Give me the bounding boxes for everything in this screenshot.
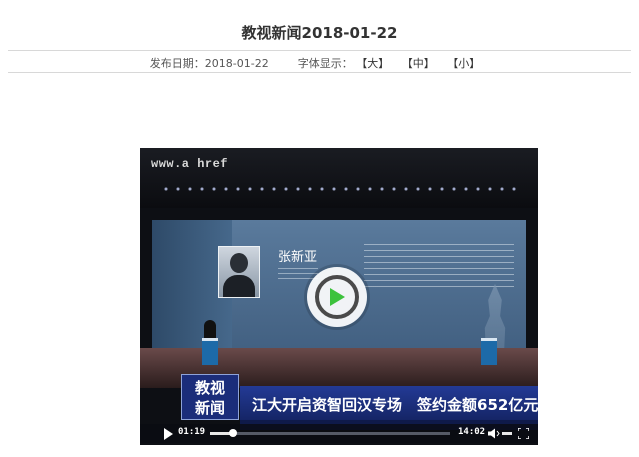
seek-bar[interactable] bbox=[210, 429, 450, 437]
podium-right bbox=[481, 338, 497, 365]
font-size-label: 字体显示： bbox=[297, 57, 353, 70]
publish-date: 2018-01-22 bbox=[204, 57, 269, 70]
video-player[interactable]: www.a href 张新亚 教视 新闻 江大开启资智回汉专场 签约金额652亿… bbox=[140, 148, 538, 445]
volume-icon[interactable] bbox=[488, 428, 500, 439]
speaker-figure bbox=[204, 320, 216, 340]
article-meta: 发布日期：2018-01-22 字体显示： 【大】 【中】 【小】 bbox=[0, 55, 639, 71]
divider-bottom bbox=[8, 72, 631, 73]
volume-slider[interactable] bbox=[502, 432, 512, 435]
publish-date-label: 发布日期： bbox=[149, 57, 205, 70]
current-time: 01:19 bbox=[178, 427, 206, 437]
play-icon bbox=[330, 288, 345, 306]
font-large-button[interactable]: 【大】 bbox=[362, 57, 390, 70]
divider-top bbox=[8, 50, 631, 51]
ceiling-lights bbox=[160, 186, 520, 192]
video-controls: 01:19 14:02 bbox=[140, 424, 538, 443]
play-pause-icon[interactable] bbox=[164, 428, 173, 440]
big-play-button[interactable] bbox=[307, 267, 367, 327]
video-watermark: www.a href bbox=[151, 157, 229, 171]
duration: 14:02 bbox=[458, 427, 486, 437]
fullscreen-icon[interactable] bbox=[518, 428, 529, 439]
seek-handle[interactable] bbox=[228, 429, 237, 437]
speaker-name: 张新亚 bbox=[278, 250, 318, 265]
speaker-portrait bbox=[218, 246, 260, 298]
news-headline: 江大开启资智回汉专场 签约金额652亿元 bbox=[252, 396, 538, 414]
font-medium-button[interactable]: 【中】 bbox=[407, 57, 435, 70]
font-small-button[interactable]: 【小】 bbox=[453, 57, 481, 70]
news-logo: 教视 新闻 bbox=[181, 374, 239, 420]
page-title: 教视新闻2018-01-22 bbox=[241, 24, 398, 42]
podium-left bbox=[202, 338, 218, 365]
